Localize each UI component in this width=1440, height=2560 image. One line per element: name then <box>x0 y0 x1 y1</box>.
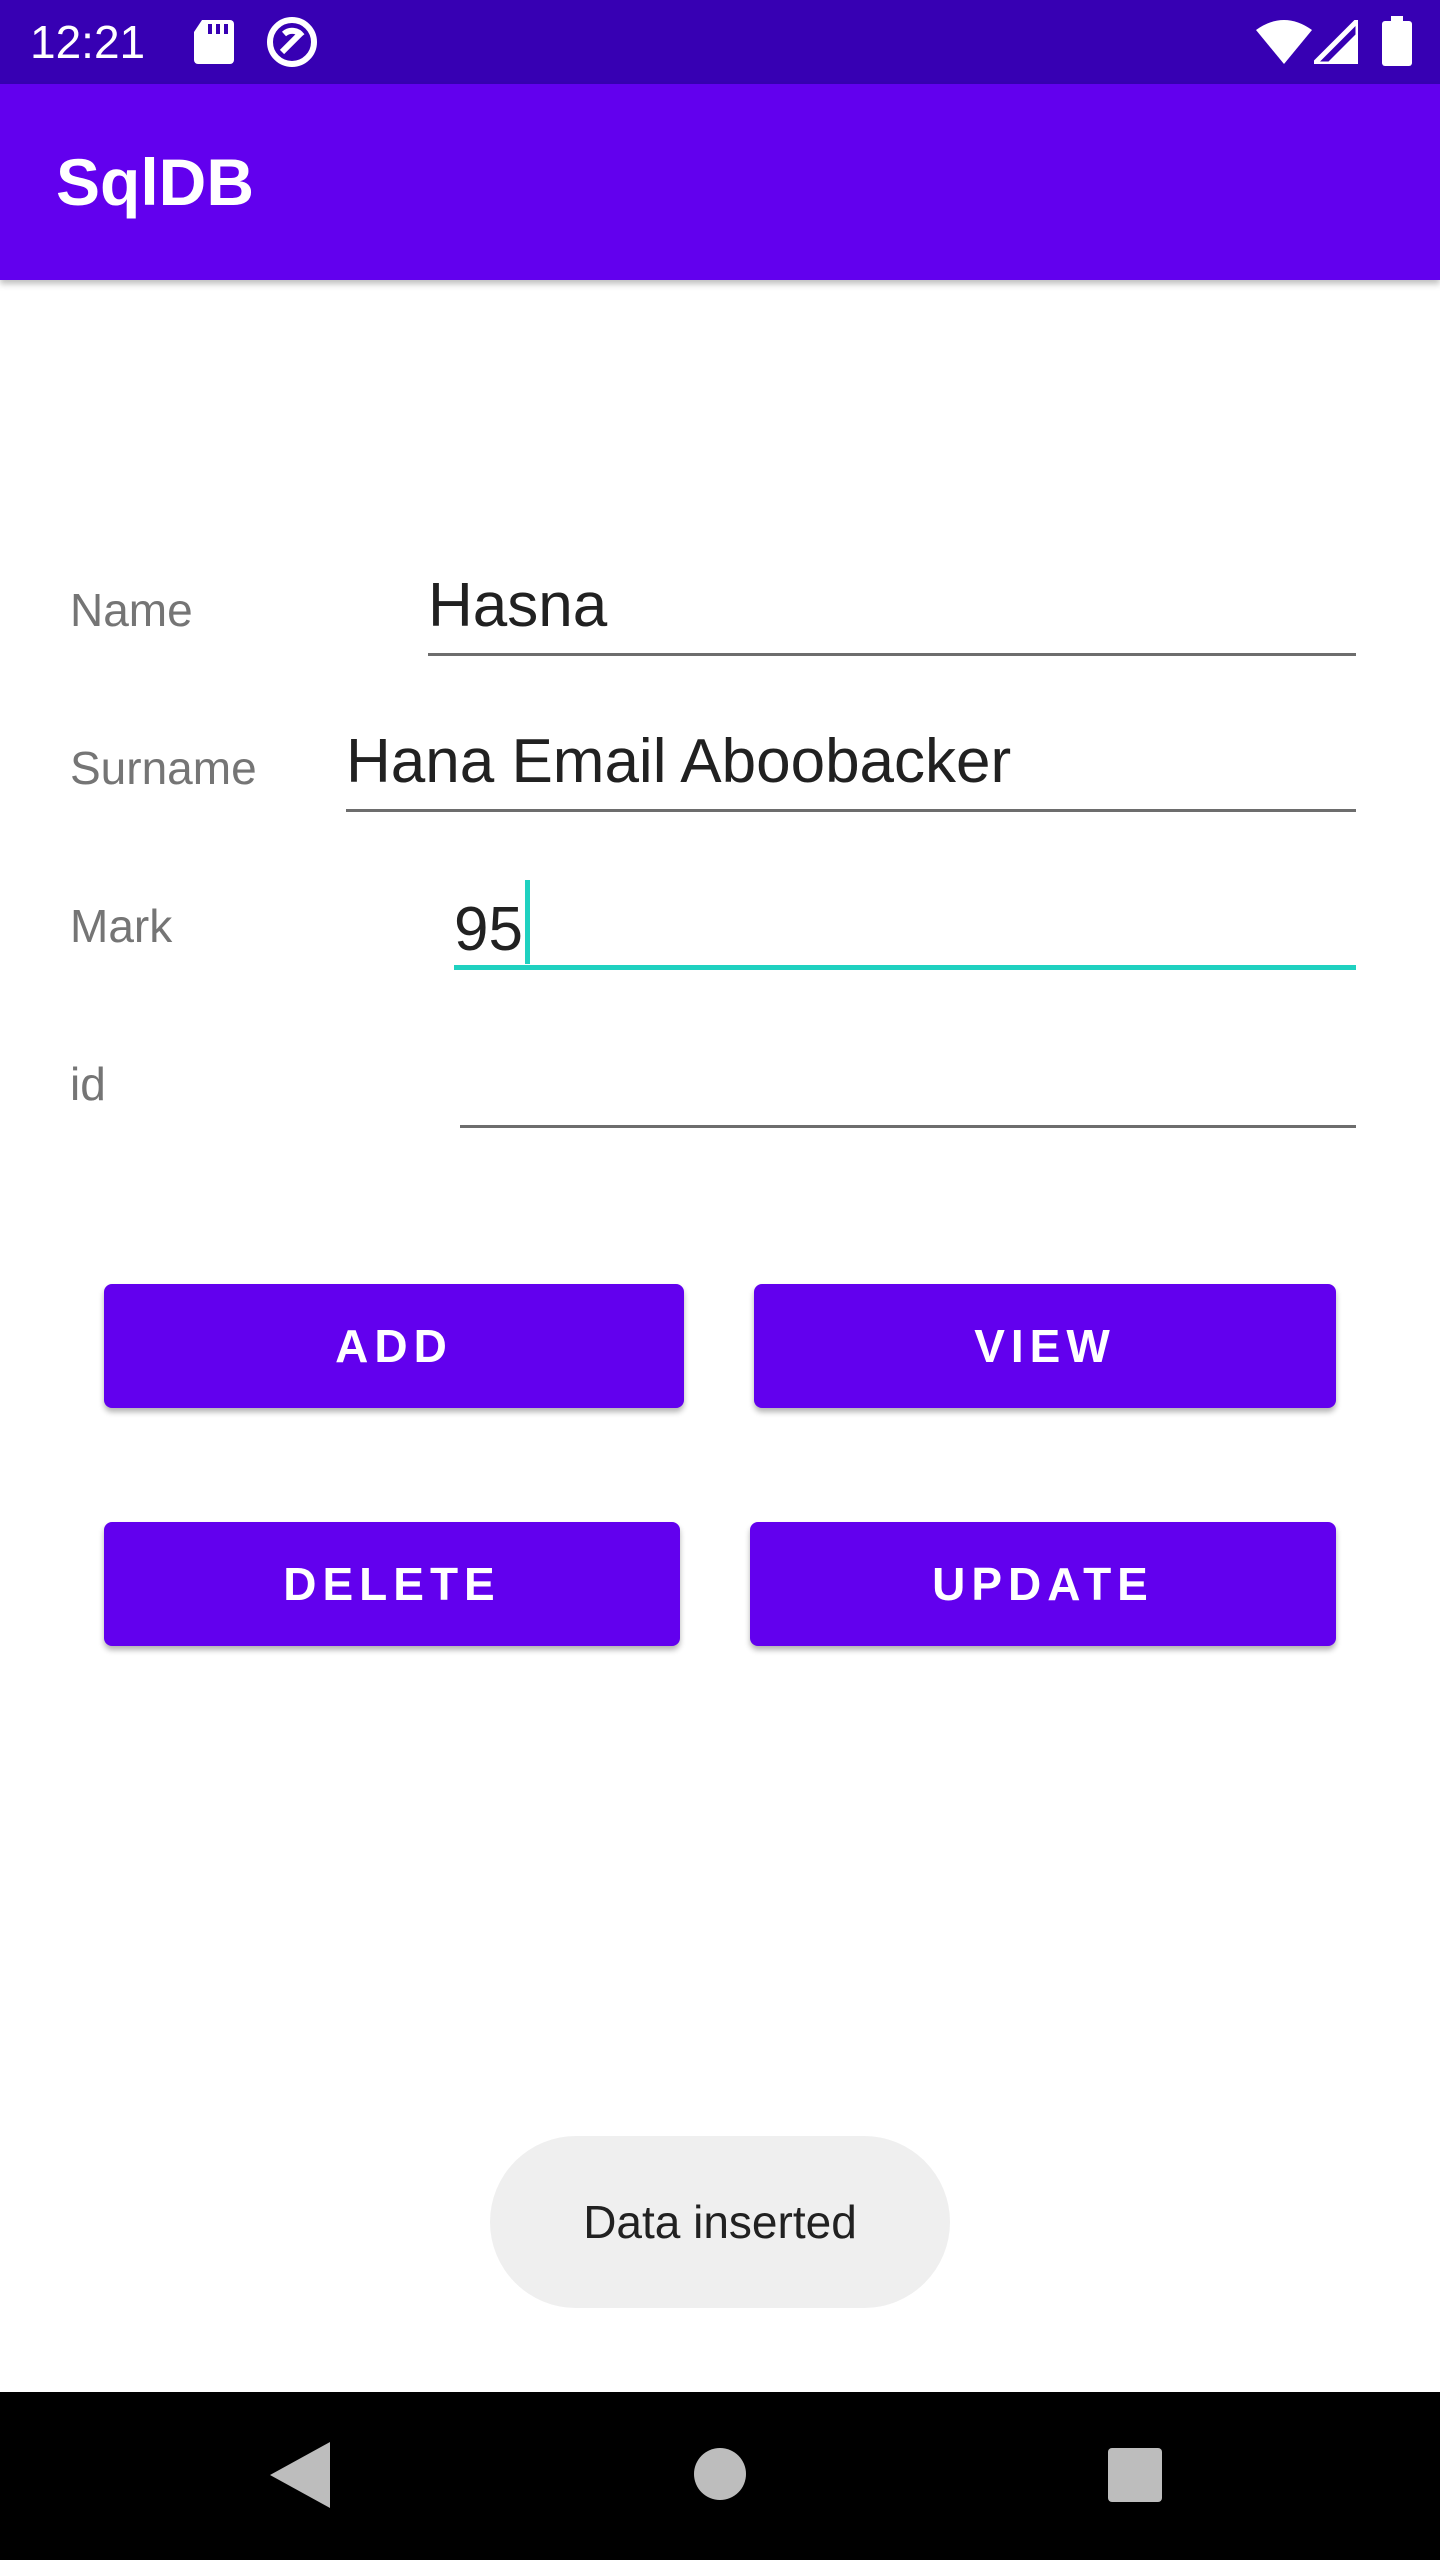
id-label: id <box>70 1058 106 1110</box>
status-bar: 12:21 <box>0 0 1440 84</box>
app-title: SqlDB <box>56 145 254 219</box>
surname-input-value: Hana Email Aboobacker <box>346 727 1012 796</box>
name-label: Name <box>70 584 193 636</box>
delete-button[interactable]: DELETE <box>104 1522 680 1646</box>
view-button[interactable]: VIEW <box>754 1284 1336 1408</box>
sync-icon <box>267 17 317 67</box>
surname-input[interactable]: Hana Email Aboobacker <box>346 722 1356 812</box>
signal-icon <box>1314 20 1358 64</box>
mark-input-value: 95 <box>454 895 523 964</box>
status-time: 12:21 <box>30 16 146 68</box>
id-input[interactable] <box>460 1038 1356 1128</box>
name-input-value: Hasna <box>428 571 608 640</box>
update-button[interactable]: UPDATE <box>750 1522 1336 1646</box>
wifi-icon <box>1256 20 1312 64</box>
back-icon[interactable] <box>270 2442 330 2508</box>
screen: 12:21 SqlDB Name Hasna Surname Hana Emai… <box>0 0 1440 2560</box>
battery-icon <box>1382 16 1412 66</box>
add-button[interactable]: ADD <box>104 1284 684 1408</box>
home-icon[interactable] <box>694 2448 746 2500</box>
navigation-bar <box>0 2392 1440 2560</box>
text-cursor <box>524 880 530 964</box>
mark-label: Mark <box>70 900 173 952</box>
app-bar: SqlDB <box>0 84 1440 280</box>
sd-card-icon <box>194 20 234 64</box>
mark-input[interactable]: 95 <box>454 880 1356 970</box>
recents-icon[interactable] <box>1108 2448 1162 2502</box>
surname-label: Surname <box>70 742 257 794</box>
name-input[interactable]: Hasna <box>428 566 1356 656</box>
toast-message: Data inserted <box>490 2136 950 2308</box>
